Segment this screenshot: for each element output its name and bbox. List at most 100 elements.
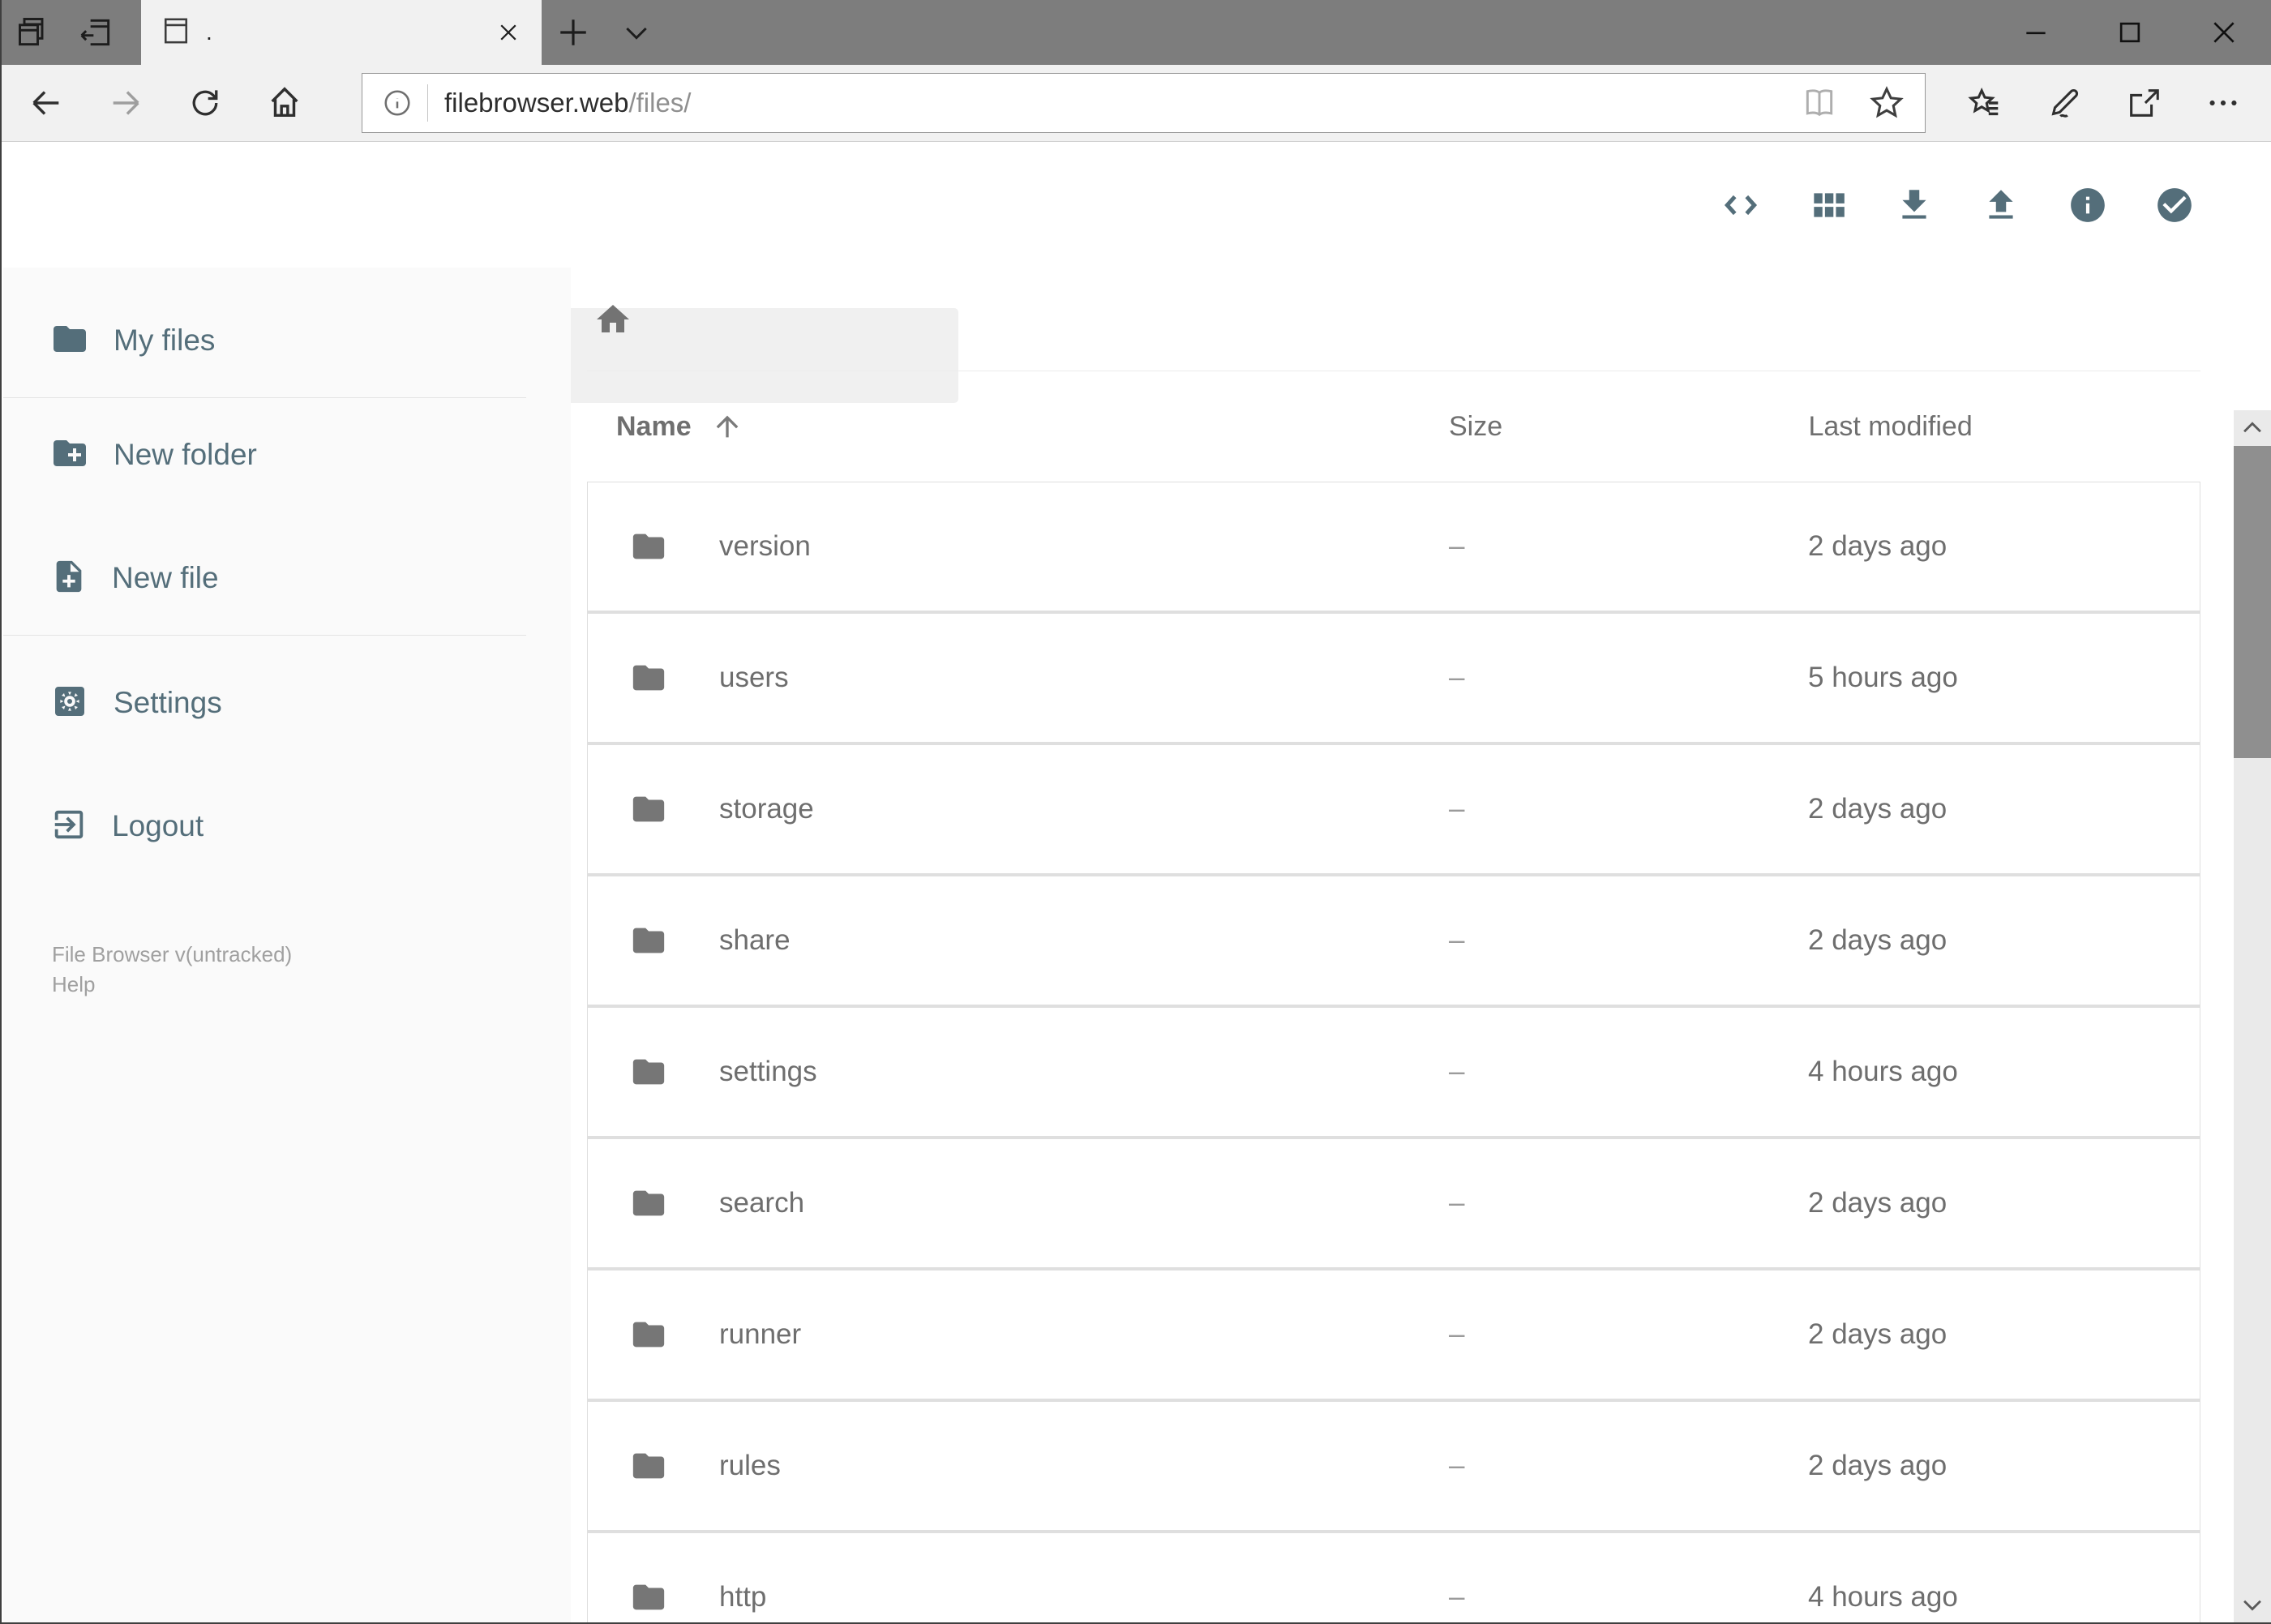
url-text[interactable]: filebrowser.web/files/ <box>444 88 1771 118</box>
file-size: – <box>1449 662 1465 693</box>
url-path: /files/ <box>628 88 692 118</box>
address-separator <box>427 84 428 122</box>
file-size: – <box>1449 793 1465 825</box>
new-tab-button[interactable] <box>542 0 605 65</box>
forward-icon[interactable] <box>86 65 165 142</box>
help-link[interactable]: Help <box>52 970 571 1000</box>
share-icon[interactable] <box>2104 65 2183 142</box>
file-modified: 2 days ago <box>1808 530 1947 562</box>
reading-view-icon[interactable] <box>1802 85 1837 121</box>
close-window-button[interactable] <box>2183 0 2265 65</box>
sidebar-label: My files <box>114 324 216 357</box>
file-modified: 2 days ago <box>1808 793 1947 825</box>
listing-rows: version – 2 days ago users – 5 hours ago… <box>587 482 2200 1622</box>
file-row-settings[interactable]: settings – 4 hours ago <box>588 1008 2200 1136</box>
sidebar-item-new-folder[interactable]: New folder <box>3 398 571 512</box>
grid-view-icon[interactable] <box>1807 185 1848 225</box>
back-icon[interactable] <box>6 65 86 142</box>
sidebar-label: Settings <box>114 686 222 719</box>
sort-by-size[interactable]: Size <box>1394 411 1798 443</box>
breadcrumb-home-icon[interactable] <box>593 300 632 339</box>
web-notes-pen-icon[interactable] <box>2025 65 2104 142</box>
switch-view-code-icon[interactable] <box>1720 185 1761 225</box>
file-row-users[interactable]: users – 5 hours ago <box>588 614 2200 742</box>
sidebar-footer: File Browser v(untracked) Help <box>3 940 571 1000</box>
file-row-search[interactable]: search – 2 days ago <box>588 1139 2200 1267</box>
settings-gear-icon <box>50 682 89 725</box>
file-row-share[interactable]: share – 2 days ago <box>588 876 2200 1005</box>
breadcrumb <box>587 268 2200 371</box>
listing-header: Name Size Last modified <box>587 371 2200 482</box>
file-modified: 5 hours ago <box>1808 662 1958 693</box>
file-size: – <box>1449 1318 1465 1350</box>
more-ellipsis-icon[interactable] <box>2183 65 2263 142</box>
file-row-storage[interactable]: storage – 2 days ago <box>588 745 2200 873</box>
upload-icon[interactable] <box>1981 185 2021 225</box>
sort-by-name[interactable]: Name <box>587 410 1394 443</box>
set-tabs-aside-icon[interactable] <box>65 0 128 65</box>
file-row-rules[interactable]: rules – 2 days ago <box>588 1402 2200 1530</box>
file-listing: Name Size Last modified version – 2 days… <box>587 268 2200 1622</box>
refresh-icon[interactable] <box>165 65 245 142</box>
info-icon[interactable] <box>2067 185 2108 225</box>
file-name: users <box>719 662 789 693</box>
sort-by-modified[interactable]: Last modified <box>1798 411 2201 443</box>
navbar-right-buttons <box>1945 65 2263 142</box>
app-version-text: File Browser v(untracked) <box>52 942 293 966</box>
file-modified: 2 days ago <box>1808 1187 1947 1219</box>
file-row-version[interactable]: version – 2 days ago <box>588 482 2200 611</box>
filebrowser-header: Search... <box>2 142 2271 403</box>
tab-preview-icon[interactable] <box>2 0 65 65</box>
file-row-http[interactable]: http – 4 hours ago <box>588 1533 2200 1622</box>
sidebar-item-new-file[interactable]: New file <box>3 521 571 635</box>
file-size: – <box>1449 924 1465 956</box>
file-row-runner[interactable]: runner – 2 days ago <box>588 1270 2200 1399</box>
folder-icon <box>630 922 667 959</box>
select-check-icon[interactable] <box>2154 185 2195 225</box>
browser-window: . filebrowser.web/files/ My files New fo… <box>0 0 2271 1624</box>
favorites-hub-icon[interactable] <box>1945 65 2025 142</box>
browser-tab[interactable]: . <box>141 0 542 65</box>
file-name: runner <box>719 1318 802 1350</box>
sidebar: My files New folder New file Settings Lo… <box>3 268 571 1622</box>
page-scrollbar[interactable] <box>2234 410 2271 1622</box>
file-modified: 2 days ago <box>1808 1450 1947 1481</box>
tab-list-dropdown-icon[interactable] <box>605 0 668 65</box>
file-name: http <box>719 1581 767 1613</box>
address-bar[interactable]: filebrowser.web/files/ <box>362 73 1926 133</box>
browser-navbar: filebrowser.web/files/ <box>2 65 2271 142</box>
file-name: share <box>719 924 791 956</box>
maximize-button[interactable] <box>2089 0 2170 65</box>
name-column-header: Name <box>616 410 692 442</box>
sidebar-item-settings[interactable]: Settings <box>3 646 571 760</box>
sort-ascending-arrow-icon <box>711 410 743 443</box>
scrollbar-thumb[interactable] <box>2234 446 2271 758</box>
scroll-down-icon[interactable] <box>2234 1587 2271 1622</box>
file-size: – <box>1449 530 1465 562</box>
sidebar-item-logout[interactable]: Logout <box>3 769 571 883</box>
file-modified: 2 days ago <box>1808 1318 1947 1350</box>
folder-icon <box>630 659 667 696</box>
file-name: rules <box>719 1450 781 1481</box>
sidebar-item-my-files[interactable]: My files <box>3 284 571 397</box>
folder-icon <box>630 528 667 565</box>
folder-icon <box>50 319 89 362</box>
page-favicon-icon <box>162 15 190 50</box>
sidebar-divider <box>3 635 526 636</box>
tab-close-icon[interactable] <box>496 20 521 45</box>
file-size: – <box>1449 1056 1465 1087</box>
minimize-button[interactable] <box>1995 0 2076 65</box>
tab-title: . <box>206 19 212 45</box>
folder-icon <box>630 1447 667 1485</box>
home-icon[interactable] <box>245 65 324 142</box>
header-action-buttons <box>1720 142 2195 268</box>
sidebar-label: Logout <box>112 809 204 842</box>
site-info-icon[interactable] <box>382 88 413 118</box>
add-favorite-star-icon[interactable] <box>1868 84 1905 122</box>
new-file-icon <box>50 558 88 599</box>
file-size: – <box>1449 1581 1465 1613</box>
logout-icon <box>50 806 88 847</box>
download-icon[interactable] <box>1894 185 1935 225</box>
window-controls <box>1995 0 2265 65</box>
scroll-up-icon[interactable] <box>2234 410 2271 446</box>
